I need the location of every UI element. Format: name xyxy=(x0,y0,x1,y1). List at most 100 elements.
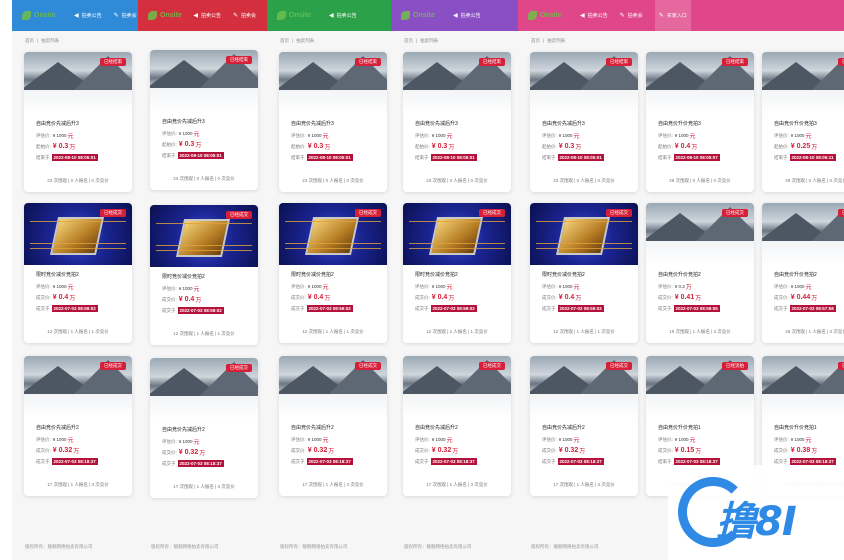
breadcrumb-home[interactable]: 首页 xyxy=(280,38,289,43)
auction-card[interactable]: 已经成交 限时竞价减价竞拍2 评估价: ¥ 1000 元 成交价: ¥ 0.4 万 成交… xyxy=(150,205,258,345)
breadcrumb-home[interactable]: 首页 xyxy=(531,38,540,43)
price-value: ¥ 0.44 xyxy=(790,294,811,301)
price-value: ¥ 0.15 xyxy=(674,447,695,454)
price-row: 起拍价: ¥ 0.3 万 xyxy=(36,142,75,151)
date-row: 成交于 2022-07-03 08:18:37 xyxy=(36,458,98,465)
nav-buyer-entry[interactable]: ✎ 买家入口 xyxy=(654,0,691,31)
nav-auction-notice[interactable]: ◀ 拍卖公告 xyxy=(580,12,608,19)
auction-title[interactable]: 自由竞价升价竞拍1 xyxy=(658,424,701,431)
price-row: 成交价: ¥ 0.32 万 xyxy=(162,448,205,457)
brand-logo[interactable]: Onsite xyxy=(528,11,580,20)
appraisal-row: 评估价: ¥ 1000 元 xyxy=(415,282,453,292)
auction-title[interactable]: 限时竞价减价竞拍2 xyxy=(542,271,585,278)
appraisal-unit: 元 xyxy=(67,285,74,291)
auction-card[interactable]: 已经成交 自由竞价先减后升2 评估价: ¥ 1000 元 成交价: ¥ 0.32 万 成… xyxy=(530,356,638,496)
auction-title[interactable]: 自由竞价先减后升3 xyxy=(36,120,79,127)
appraisal-value: ¥ 1000 xyxy=(52,284,67,289)
appraisal-value: ¥ 1000 xyxy=(178,439,193,444)
price-row: 成交价: ¥ 0.41 万 xyxy=(658,293,701,302)
auction-title[interactable]: 自由竞价先减后升3 xyxy=(415,120,458,127)
auction-card[interactable]: 已经成交 自由竞价升价竞拍2 评估价: ¥ 0.3 万 成交价: ¥ 0.41 万 成交… xyxy=(646,203,754,343)
auction-image[interactable] xyxy=(762,356,844,418)
price-label: 成交价: xyxy=(291,294,306,300)
date-row: 结束于 2022-07-03 08:18:37 xyxy=(658,458,720,465)
auction-title[interactable]: 自由竞价先减后升2 xyxy=(291,424,334,431)
date-row: 结束于 2022-08-10 08:05:01 xyxy=(162,152,224,159)
auction-card[interactable]: 已经成交 自由竞价先减后升2 评估价: ¥ 1000 元 成交价: ¥ 0.32 万 成… xyxy=(24,356,132,496)
appraisal-value: ¥ 1000 xyxy=(558,284,573,289)
price-row: 起拍价: ¥ 0.3 万 xyxy=(415,142,454,151)
brand-logo[interactable]: Onsite xyxy=(401,11,453,20)
auction-title[interactable]: 限时竞价减价竞拍2 xyxy=(415,271,458,278)
price-value: ¥ 0.32 xyxy=(178,449,199,456)
nav-auction[interactable]: ✎ 拍卖会 xyxy=(233,12,256,19)
auction-card[interactable]: 已经成交 限时竞价减价竞拍2 评估价: ¥ 1000 元 成交价: ¥ 0.4 万 成交… xyxy=(279,203,387,343)
price-value: ¥ 0.3 xyxy=(558,143,575,150)
brand-logo[interactable]: Onsite xyxy=(277,11,329,20)
breadcrumb-home[interactable]: 首页 xyxy=(404,38,413,43)
auction-card[interactable]: 已经结束 自由竞价先减后升3 评估价: ¥ 1000 元 起拍价: ¥ 0.3 万 结束… xyxy=(279,52,387,192)
auction-image[interactable] xyxy=(762,52,844,114)
appraisal-unit: 元 xyxy=(193,440,200,446)
appraisal-unit: 元 xyxy=(689,438,696,444)
speaker-icon: ◀ xyxy=(580,13,585,19)
auction-card[interactable]: 已经成交 自由竞价先减后升2 评估价: ¥ 1000 元 成交价: ¥ 0.32 万 成… xyxy=(150,358,258,498)
appraisal-unit: 元 xyxy=(322,134,329,140)
auction-card[interactable]: 已经成交 自由竞价先减后升2 评估价: ¥ 1000 元 成交价: ¥ 0.32 万 成… xyxy=(403,356,511,496)
auction-stats: 12 次围观 | 1 人报名 | 1 次竞价 xyxy=(426,329,488,334)
auction-card[interactable]: 已经成交 自由竞价先减后升2 评估价: ¥ 1000 元 成交价: ¥ 0.32 万 成… xyxy=(279,356,387,496)
auction-title[interactable]: 限时竞价减价竞拍2 xyxy=(162,273,205,280)
appraisal-row: 评估价: ¥ 1000 元 xyxy=(542,282,580,292)
auction-card[interactable]: 已经结束 自由竞价升价竞拍3 评估价: ¥ 1000 元 起拍价: ¥ 0.4 万 结束… xyxy=(646,52,754,192)
date-label: 结束于 xyxy=(415,154,429,160)
auction-title[interactable]: 自由竞价先减后升3 xyxy=(291,120,334,127)
appraisal-row: 评估价: ¥ 1000 元 xyxy=(774,131,812,141)
nav-auction[interactable]: ✎ 拍卖会 xyxy=(620,12,643,19)
price-row: 成交价: ¥ 0.32 万 xyxy=(542,446,585,455)
appraisal-unit: 元 xyxy=(573,438,580,444)
breadcrumb-home[interactable]: 首页 xyxy=(25,38,34,43)
auction-title[interactable]: 自由竞价先减后升2 xyxy=(36,424,79,431)
status-badge: 已经成交 xyxy=(100,209,126,217)
auction-title[interactable]: 自由竞价先减后升3 xyxy=(542,120,585,127)
date-value: 2022-07-03 08:59:02 xyxy=(51,305,98,312)
nav-auction[interactable]: ✎ 拍卖会 xyxy=(114,12,137,19)
auction-card[interactable]: 已经结束 自由竞价先减后升3 评估价: ¥ 1000 元 起拍价: ¥ 0.3 万 结束… xyxy=(530,52,638,192)
auction-title[interactable]: 自由竞价先减后升3 xyxy=(162,118,205,125)
auction-card[interactable]: 已经成交 限时竞价减价竞拍2 评估价: ¥ 1000 元 成交价: ¥ 0.4 万 成交… xyxy=(24,203,132,343)
auction-card[interactable]: 已经结束 自由竞价先减后升3 评估价: ¥ 1000 元 起拍价: ¥ 0.3 万 结束… xyxy=(403,52,511,192)
appraisal-row: 评估价: ¥ 0.3 万 xyxy=(658,282,692,292)
auction-title[interactable]: 自由竞价升价竞拍3 xyxy=(774,120,817,127)
auction-card[interactable]: 已经成交 限时竞价减价竞拍2 评估价: ¥ 1000 元 成交价: ¥ 0.4 万 成交… xyxy=(403,203,511,343)
breadcrumb-current: 拍卖列表 xyxy=(547,38,566,43)
nav-auction-notice[interactable]: ◀ 拍卖公告 xyxy=(453,12,481,19)
footer-copyright: 版权所有：靓靓网络拍卖有限公司 xyxy=(404,544,472,549)
auction-title[interactable]: 自由竞价先减后升2 xyxy=(542,424,585,431)
nav-auction-notice[interactable]: ◀ 拍卖公告 xyxy=(193,12,221,19)
auction-card[interactable]: 已经结束 自由竞价升价竞拍3 评估价:¥ 1000元 起拍价:¥ 0.25万 结… xyxy=(762,52,844,192)
auction-title[interactable]: 自由竞价先减后升2 xyxy=(162,426,205,433)
appraisal-unit: 元 xyxy=(67,134,74,140)
auction-card[interactable]: 已经成交 自由竞价升价竞拍2 评估价:¥ 1000元 成交价:¥ 0.44万 成… xyxy=(762,203,844,343)
auction-title[interactable]: 自由竞价先减后升2 xyxy=(415,424,458,431)
auction-title[interactable]: 限时竞价减价竞拍2 xyxy=(36,271,79,278)
breadcrumb-separator: | xyxy=(292,38,294,43)
status-badge: 已经成交 xyxy=(606,362,632,370)
nav-auction-notice[interactable]: ◀ 拍卖公告 xyxy=(329,12,357,19)
auction-card[interactable]: 已经结束 自由竞价先减后升3 评估价: ¥ 1000 元 起拍价: ¥ 0.3 万 结束… xyxy=(24,52,132,192)
auction-card[interactable]: 已经成交 限时竞价减价竞拍2 评估价: ¥ 1000 元 成交价: ¥ 0.4 万 成交… xyxy=(530,203,638,343)
price-row: 起拍价: ¥ 0.3 万 xyxy=(162,140,201,149)
auction-title[interactable]: 自由竞价升价竞拍2 xyxy=(774,271,817,278)
auction-title[interactable]: 自由竞价升价竞拍2 xyxy=(658,271,701,278)
auction-title[interactable]: 限时竞价减价竞拍2 xyxy=(291,271,334,278)
appraisal-row: 评估价: ¥ 1000 元 xyxy=(415,131,453,141)
nav-auction-notice[interactable]: ◀ 拍卖公告 xyxy=(74,12,102,19)
auction-card[interactable]: 已经结束 自由竞价先减后升3 评估价: ¥ 1000 元 起拍价: ¥ 0.3 万 结束… xyxy=(150,50,258,190)
auction-title[interactable]: 自由竞价升价竞拍1 xyxy=(774,424,817,431)
brand-logo[interactable]: Onsite xyxy=(148,11,193,20)
auction-image[interactable] xyxy=(762,203,844,265)
brand-logo[interactable]: Onsite xyxy=(22,11,74,20)
appraisal-value: ¥ 1000 xyxy=(307,284,322,289)
date-row: 成交于 2022-07-03 08:18:37 xyxy=(542,458,604,465)
auction-title[interactable]: 自由竞价升价竞拍3 xyxy=(658,120,701,127)
